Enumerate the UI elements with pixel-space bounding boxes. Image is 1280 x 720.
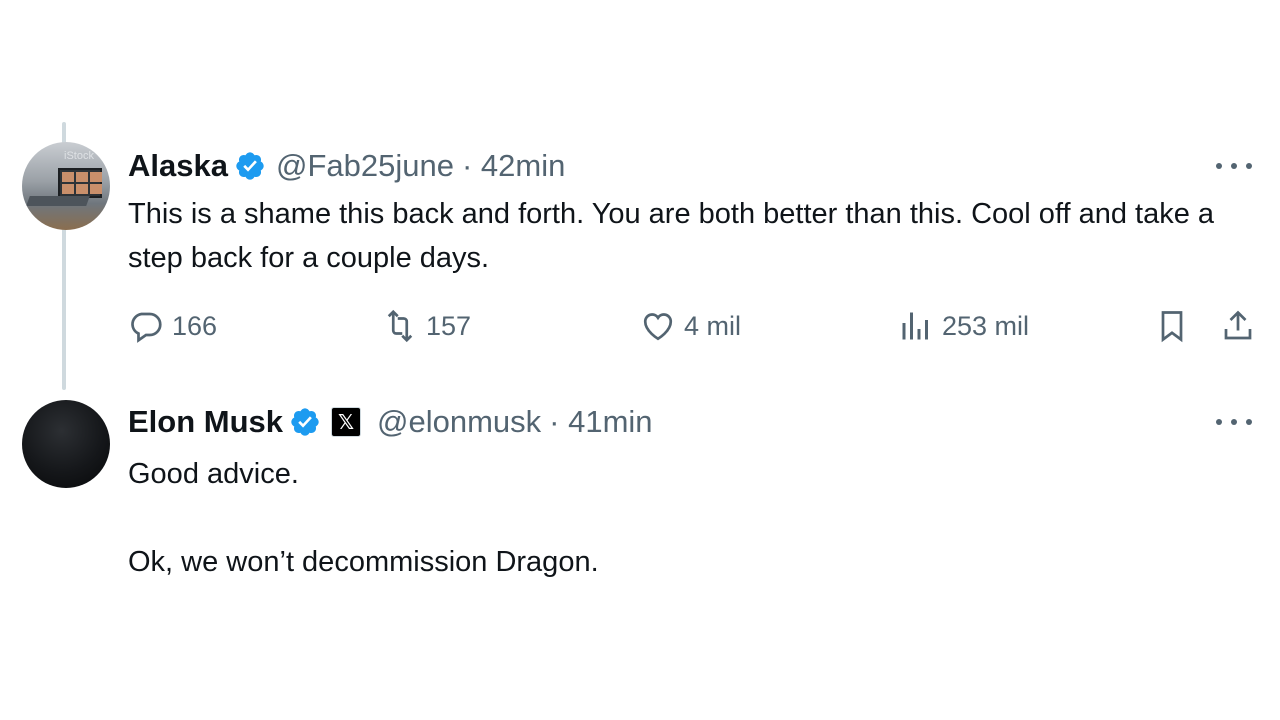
author-handle[interactable]: @Fab25june — [276, 148, 454, 184]
timestamp[interactable]: · 42min — [462, 148, 565, 184]
verified-badge-icon[interactable] — [289, 406, 321, 438]
author-name[interactable]: Elon Musk — [128, 404, 283, 440]
x-affiliate-badge-icon[interactable]: 𝕏 — [331, 407, 362, 437]
bookmark-button[interactable] — [1154, 308, 1198, 344]
repost-button[interactable]: 157 — [382, 308, 471, 344]
tweet-text: This is a shame this back and forth. You… — [128, 198, 1223, 274]
tweet-actions: 166 157 4 mil 253 mil — [128, 308, 1258, 352]
like-button[interactable]: 4 mil — [640, 308, 741, 344]
like-icon — [643, 313, 673, 341]
bookmark-icon — [1161, 311, 1183, 343]
verified-badge-icon[interactable] — [234, 150, 266, 182]
avatar[interactable] — [22, 400, 110, 488]
like-count: 4 mil — [684, 310, 742, 341]
reply-count: 166 — [172, 310, 218, 341]
avatar-keyboard — [26, 196, 90, 206]
tweet-alaska[interactable]: iStock Alaska @Fab25june · 42min This is… — [0, 0, 1280, 390]
views-icon — [902, 312, 928, 340]
timestamp[interactable]: · 41min — [549, 404, 652, 440]
views-count: 253 mil — [942, 310, 1030, 341]
share-button[interactable] — [1220, 308, 1264, 344]
author-name[interactable]: Alaska — [128, 148, 228, 184]
more-options-icon[interactable] — [1216, 416, 1252, 428]
author-handle[interactable]: @elonmusk — [377, 404, 541, 440]
tweet-elonmusk[interactable]: Elon Musk 𝕏 @elonmusk · 41min Good advic… — [0, 390, 1280, 720]
share-icon — [1224, 310, 1252, 340]
tweet-text: Good advice. Ok, we won’t decommission D… — [128, 458, 599, 578]
avatar-laptop-screen — [58, 168, 102, 198]
reply-button[interactable]: 166 — [128, 308, 217, 344]
repost-icon — [387, 309, 413, 343]
tweet-header: Alaska @Fab25june · 42min — [128, 144, 565, 188]
views-button[interactable]: 253 mil — [898, 308, 1029, 344]
tweet-header: Elon Musk 𝕏 @elonmusk · 41min — [128, 400, 653, 444]
reply-icon — [131, 312, 162, 343]
repost-count: 157 — [426, 310, 472, 341]
more-options-icon[interactable] — [1216, 160, 1252, 172]
avatar[interactable]: iStock — [22, 142, 110, 230]
avatar-watermark: iStock — [64, 150, 94, 162]
